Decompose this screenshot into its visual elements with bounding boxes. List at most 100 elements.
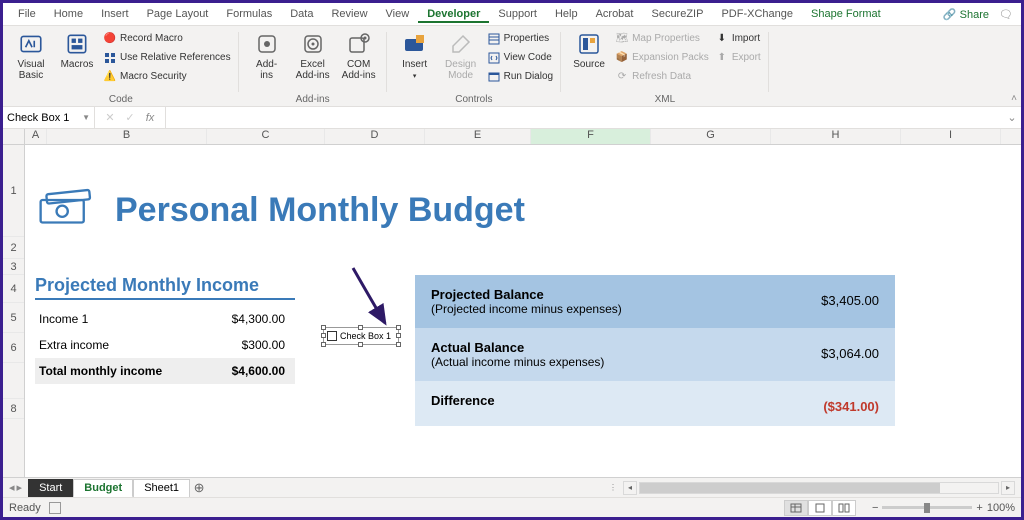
expansion-packs-button[interactable]: 📦Expansion Packs: [613, 49, 711, 66]
namebox-dropdown-icon[interactable]: ▼: [82, 113, 90, 122]
col-C[interactable]: C: [207, 129, 325, 144]
income-row: Income 1$4,300.00: [35, 306, 295, 332]
import-button[interactable]: ⬇Import: [713, 30, 763, 47]
hscroll-right-icon[interactable]: ▸: [1001, 481, 1015, 495]
tab-view[interactable]: View: [377, 5, 419, 23]
tab-page-layout[interactable]: Page Layout: [138, 5, 218, 23]
excel-addins-button[interactable]: Excel Add-ins: [291, 28, 335, 81]
comments-button[interactable]: 🗨: [997, 8, 1015, 21]
tab-acrobat[interactable]: Acrobat: [587, 5, 643, 23]
row-6[interactable]: 6: [3, 333, 24, 363]
tab-insert[interactable]: Insert: [92, 5, 138, 23]
tab-pdf-xchange[interactable]: PDF-XChange: [712, 5, 802, 23]
tab-review[interactable]: Review: [322, 5, 376, 23]
row-1[interactable]: 1: [3, 145, 24, 237]
macros-button[interactable]: Macros: [55, 28, 99, 70]
horizontal-scrollbar[interactable]: ⋮ ◂ ▸: [609, 481, 1021, 495]
properties-button[interactable]: Properties: [485, 30, 555, 47]
status-ready: Ready: [9, 502, 41, 514]
sheet-tab-budget[interactable]: Budget: [73, 479, 133, 498]
balance-block: Projected Balance(Projected income minus…: [415, 275, 895, 426]
hscroll-left-icon[interactable]: ◂: [623, 481, 637, 495]
add-sheet-button[interactable]: ⊕: [190, 480, 208, 496]
row-2[interactable]: 2: [3, 237, 24, 259]
tab-home[interactable]: Home: [45, 5, 92, 23]
zoom-in-button[interactable]: +: [976, 502, 982, 514]
refresh-data-button[interactable]: ⟳Refresh Data: [613, 68, 711, 85]
normal-view-button[interactable]: [784, 500, 808, 516]
design-mode-button[interactable]: Design Mode: [439, 28, 483, 81]
checkbox-form-control[interactable]: Check Box 1: [323, 327, 399, 345]
visual-basic-icon: [17, 30, 45, 58]
enter-formula-icon[interactable]: ✓: [123, 111, 137, 124]
col-H[interactable]: H: [771, 129, 901, 144]
map-properties-icon: 🗺: [615, 32, 629, 46]
tab-developer[interactable]: Developer: [418, 5, 489, 23]
budget-title-row: Personal Monthly Budget: [35, 185, 525, 235]
col-D[interactable]: D: [325, 129, 425, 144]
row-blank[interactable]: [3, 363, 24, 399]
design-mode-icon: [447, 30, 475, 58]
zoom-level[interactable]: 100%: [987, 502, 1015, 514]
macro-security-button[interactable]: ⚠️Macro Security: [101, 68, 233, 85]
fx-icon[interactable]: fx: [143, 112, 157, 124]
tab-help[interactable]: Help: [546, 5, 587, 23]
sheet-nav-buttons[interactable]: ◂▸: [3, 481, 28, 494]
col-A[interactable]: A: [25, 129, 47, 144]
record-macro-button[interactable]: 🔴Record Macro: [101, 30, 233, 47]
col-E[interactable]: E: [425, 129, 531, 144]
use-relative-refs-button[interactable]: Use Relative References: [101, 49, 233, 66]
share-button[interactable]: 🔗 Share: [935, 5, 997, 24]
com-addins-icon: [345, 30, 373, 58]
income-table: Income 1$4,300.00Extra income$300.00Tota…: [35, 306, 295, 384]
hscroll-thumb[interactable]: [640, 483, 940, 493]
name-box[interactable]: Check Box 1 ▼: [3, 107, 95, 129]
sheet-tab-sheet1[interactable]: Sheet1: [133, 479, 190, 498]
com-addins-button[interactable]: COM Add-ins: [337, 28, 381, 81]
col-I[interactable]: I: [901, 129, 1001, 144]
source-button[interactable]: Source: [567, 28, 611, 70]
page-layout-view-button[interactable]: [808, 500, 832, 516]
record-macro-icon: 🔴: [103, 32, 117, 46]
macro-record-status-icon[interactable]: [49, 502, 61, 514]
checkbox-box[interactable]: [327, 331, 337, 341]
cancel-formula-icon[interactable]: ✕: [103, 111, 117, 124]
addins-icon: [253, 30, 281, 58]
balance-row: Difference($341.00): [415, 381, 895, 426]
zoom-out-button[interactable]: −: [872, 502, 878, 514]
insert-control-icon: [401, 30, 429, 58]
row-headers[interactable]: 123456 8: [3, 145, 25, 477]
insert-control-button[interactable]: Insert▾: [393, 28, 437, 82]
run-dialog-button[interactable]: Run Dialog: [485, 68, 555, 85]
macros-icon: [63, 30, 91, 58]
addins-button[interactable]: Add- ins: [245, 28, 289, 81]
tab-shape-format[interactable]: Shape Format: [802, 5, 890, 23]
page-break-view-button[interactable]: [832, 500, 856, 516]
ribbon: Visual Basic Macros 🔴Record Macro Use Re…: [3, 25, 1021, 107]
zoom-slider[interactable]: [882, 506, 972, 509]
visual-basic-button[interactable]: Visual Basic: [9, 28, 53, 81]
view-code-button[interactable]: View Code: [485, 49, 555, 66]
select-all-corner[interactable]: [3, 129, 25, 144]
map-properties-button[interactable]: 🗺Map Properties: [613, 30, 711, 47]
tab-data[interactable]: Data: [281, 5, 322, 23]
tab-support[interactable]: Support: [489, 5, 546, 23]
col-G[interactable]: G: [651, 129, 771, 144]
col-F[interactable]: F: [531, 129, 651, 144]
tab-securezip[interactable]: SecureZIP: [642, 5, 712, 23]
sheet-tab-start[interactable]: Start: [28, 479, 73, 498]
export-button[interactable]: ⬆Export: [713, 49, 763, 66]
tab-formulas[interactable]: Formulas: [217, 5, 281, 23]
expand-formula-bar-icon[interactable]: ⌄: [1003, 111, 1021, 124]
view-buttons: [784, 500, 856, 516]
col-B[interactable]: B: [47, 129, 207, 144]
row-5[interactable]: 5: [3, 303, 24, 333]
row-8[interactable]: 8: [3, 399, 24, 419]
row-3[interactable]: 3: [3, 259, 24, 275]
income-header: Projected Monthly Income: [35, 275, 295, 300]
collapse-ribbon-icon[interactable]: ˄: [1011, 93, 1017, 104]
tab-file[interactable]: File: [9, 5, 45, 23]
column-headers[interactable]: ABCDEFGHI: [3, 129, 1021, 145]
sheet-canvas[interactable]: Personal Monthly Budget Projected Monthl…: [25, 145, 1021, 477]
row-4[interactable]: 4: [3, 275, 24, 303]
